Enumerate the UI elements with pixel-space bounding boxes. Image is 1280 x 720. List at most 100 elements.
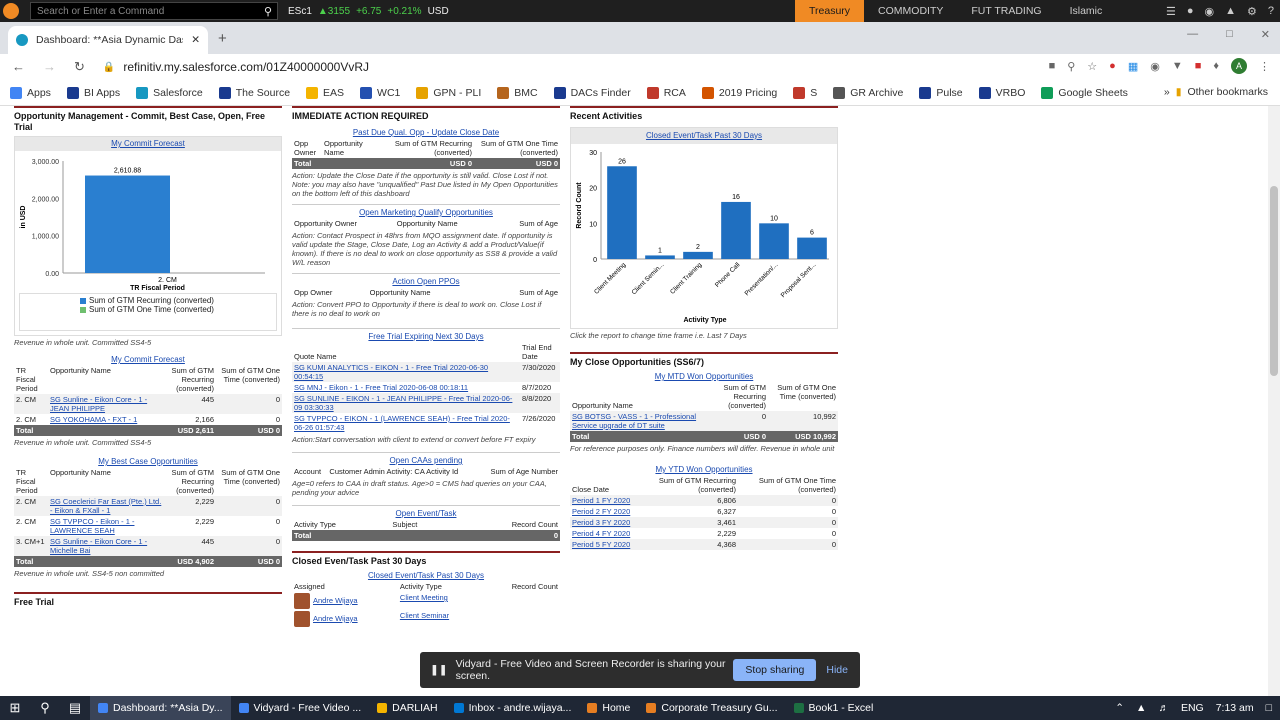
star-icon[interactable]: ☆ <box>1087 60 1097 73</box>
browser-tab-dashboard[interactable]: Dashboard: **Asia Dynamic Dash ✕ <box>8 26 208 54</box>
language-indicator[interactable]: ENG <box>1181 702 1204 714</box>
chevron-up-icon[interactable]: ⌃ <box>1115 702 1124 714</box>
url-field[interactable]: 🔒 refinitiv.my.salesforce.com/01Z4000000… <box>103 60 369 74</box>
closed-events-link[interactable]: Closed Event/Task Past 30 Days <box>368 571 484 580</box>
bookmark-eas[interactable]: EAS <box>306 86 344 99</box>
back-icon[interactable]: ← <box>12 59 25 75</box>
taskbar-item-inbox[interactable]: Inbox - andre.wijaya... <box>446 696 580 720</box>
table-row[interactable]: 2. CM SG Sunline - Eikon Core - 1 - JEAN … <box>14 394 282 414</box>
user-icon[interactable]: ● <box>1187 5 1194 17</box>
bar-client-semin-[interactable] <box>645 255 675 259</box>
forward-icon[interactable]: → <box>43 59 56 75</box>
mqo-link[interactable]: Open Marketing Qualify Opportunities <box>359 208 493 217</box>
bar-client-training[interactable] <box>683 251 713 259</box>
rec-extension-icon[interactable]: ■ <box>1195 60 1202 72</box>
commit-forecast-svg[interactable]: 0.00 1,000.00 2,000.00 3,000.00 in USD 2,610.… <box>15 151 281 292</box>
taskbar-item-vidyard[interactable]: Vidyard - Free Video ... <box>231 696 370 720</box>
minimize-icon[interactable]: — <box>1187 28 1198 41</box>
table-row[interactable]: SG KUMI ANALYTICS - EIKON - 1 - Free Tri… <box>292 362 560 382</box>
maximize-icon[interactable]: □ <box>1226 28 1233 41</box>
eikon-menu-icon[interactable] <box>0 0 22 22</box>
bookmark-gr-archive[interactable]: GR Archive <box>833 86 903 99</box>
bookmark-rca[interactable]: RCA <box>646 86 686 99</box>
commit-forecast-chart[interactable]: My Commit Forecast 0.00 1,000.00 2,000.00 3… <box>14 136 282 336</box>
more-menu-icon[interactable]: ⋮ <box>1259 60 1270 73</box>
settings-icon[interactable]: ⚙ <box>1247 5 1257 18</box>
windows-extension-icon[interactable]: ▦ <box>1128 60 1138 73</box>
search-icon[interactable]: ⚲ <box>259 5 277 18</box>
bookmark-apps[interactable]: Apps <box>10 86 51 99</box>
hamburger-icon[interactable]: ☰ <box>1166 5 1176 18</box>
zoom-icon[interactable]: ⚲ <box>1067 60 1075 73</box>
bar-client-meeting[interactable] <box>607 166 637 259</box>
ytd-won-link[interactable]: My YTD Won Opportunities <box>655 465 752 474</box>
table-row[interactable]: 2. CM SG Coeclerici Far East (Pte.) Ltd. … <box>14 496 282 516</box>
page-scrollbar[interactable] <box>1268 106 1280 696</box>
bookmark-bi-apps[interactable]: BI Apps <box>66 86 120 99</box>
bookmark-wc1[interactable]: WC1 <box>360 86 400 99</box>
taskbar-item-corporate-treasury[interactable]: Corporate Treasury Gu... <box>638 696 785 720</box>
other-bookmarks-label[interactable]: Other bookmarks <box>1187 86 1268 98</box>
open-task-link[interactable]: Open Event/Task <box>396 509 457 518</box>
activities-chart-title[interactable]: Closed Event/Task Past 30 Days <box>646 131 762 140</box>
stop-sharing-button[interactable]: Stop sharing <box>733 659 817 681</box>
bookmark-vrbo[interactable]: VRBO <box>978 86 1025 99</box>
table-row[interactable]: SG SUNLINE - EIKON - 1 - JEAN PHILIPPE -… <box>292 393 560 413</box>
activities-svg[interactable]: 0102030Record Count26Client Meeting1Clie… <box>571 144 837 326</box>
bookmark-pulse[interactable]: Pulse <box>919 86 963 99</box>
command-search-placeholder[interactable]: Search or Enter a Command <box>37 6 259 17</box>
search-icon[interactable]: ⚲ <box>30 700 60 716</box>
table-row[interactable]: Andre Wijaya Client Seminar <box>292 610 560 628</box>
activities-chart[interactable]: Closed Event/Task Past 30 Days 0 10 20 30 Re… <box>570 127 838 329</box>
caa-link[interactable]: Open CAAs pending <box>390 456 463 465</box>
bar-phone-call[interactable] <box>721 201 751 259</box>
notifications-icon[interactable]: □ <box>1266 702 1272 714</box>
bookmark-the-source[interactable]: The Source <box>218 86 290 99</box>
volume-icon[interactable]: ♬ <box>1158 702 1169 714</box>
tab-commodity[interactable]: COMMODITY <box>864 0 957 22</box>
taskbar-item-darliah[interactable]: DARLIAH <box>369 696 446 720</box>
free-trial-link[interactable]: Free Trial Expiring Next 30 Days <box>368 332 483 341</box>
record-extension-icon[interactable]: ● <box>1109 60 1116 72</box>
profile-avatar[interactable]: A <box>1231 58 1247 74</box>
network-icon[interactable]: ▲ <box>1136 702 1146 714</box>
bookmark-dacs-finder[interactable]: DACs Finder <box>553 86 631 99</box>
bookmark-google-sheets[interactable]: Google Sheets <box>1041 86 1128 99</box>
other-bookmarks[interactable]: » ▮ Other bookmarks <box>1164 86 1268 98</box>
table-row[interactable]: SG BOTSG - VASS - 1 - Professional Servi… <box>570 411 838 431</box>
help-icon[interactable]: ? <box>1268 5 1274 17</box>
windows-start-icon[interactable]: ⊞ <box>0 700 30 716</box>
table-row[interactable]: 2. CM SG TVPPCO - Eikon - 1 - LAWRENCE SE… <box>14 516 282 536</box>
tab-treasury[interactable]: Treasury <box>795 0 865 22</box>
past-due-link[interactable]: Past Due Qual. Opp - Update Close Date <box>353 128 499 137</box>
scrollbar-thumb[interactable] <box>1270 186 1278 376</box>
mtd-won-link[interactable]: My MTD Won Opportunities <box>655 372 754 381</box>
table-row[interactable]: Period 4 FY 2020 2,229 0 <box>570 528 838 539</box>
reload-icon[interactable]: ↻ <box>74 59 85 75</box>
best-case-link[interactable]: My Best Case Opportunities <box>98 457 198 466</box>
tab-islamic[interactable]: Islamic <box>1056 0 1117 22</box>
bookmark-salesforce[interactable]: Salesforce <box>136 86 203 99</box>
new-tab-icon[interactable]: + <box>218 30 227 47</box>
table-row[interactable]: Period 5 FY 2020 4,368 0 <box>570 539 838 550</box>
close-tab-icon[interactable]: ✕ <box>191 34 200 46</box>
table-row[interactable]: Period 1 FY 2020 6,806 0 <box>570 495 838 506</box>
hide-button[interactable]: Hide <box>826 664 848 676</box>
bar-presentation-[interactable] <box>759 223 789 259</box>
close-window-icon[interactable]: ✕ <box>1261 28 1270 41</box>
camera-icon[interactable]: ■ <box>1049 60 1056 72</box>
table-row[interactable]: 3. CM+1 SG Sunline - Eikon Core - 1 - Mic… <box>14 536 282 556</box>
task-view-icon[interactable]: ▤ <box>60 700 90 716</box>
taskbar-item-dashboard[interactable]: Dashboard: **Asia Dy... <box>90 696 231 720</box>
extension-icon[interactable]: ◉ <box>1150 60 1160 73</box>
taskbar-item-home[interactable]: Home <box>579 696 638 720</box>
bell-icon[interactable]: ▲ <box>1225 5 1236 17</box>
taskbar-item-excel[interactable]: Book1 - Excel <box>786 696 882 720</box>
command-search-box[interactable]: Search or Enter a Command ⚲ <box>30 2 278 20</box>
bookmark-s[interactable]: S <box>793 86 817 99</box>
tab-fut-trading[interactable]: FUT TRADING <box>957 0 1055 22</box>
commit-forecast-chart-title[interactable]: My Commit Forecast <box>111 139 185 148</box>
bar-2-cm[interactable] <box>85 175 170 273</box>
bar-proposal-sent-[interactable] <box>797 237 827 259</box>
lock-icon[interactable]: 🔒 <box>103 62 115 73</box>
